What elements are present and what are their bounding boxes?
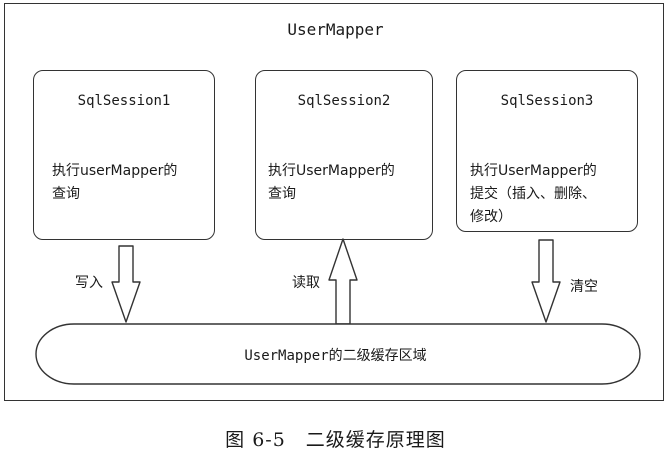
arrows-and-cache xyxy=(35,238,641,385)
write-label: 写入 xyxy=(75,275,103,291)
cache-label: UserMapper的二级缓存区域 xyxy=(244,348,427,364)
clear-label: 清空 xyxy=(570,279,598,295)
figure-caption: 图 6-5 二级缓存原理图 xyxy=(225,429,446,451)
write-arrow xyxy=(111,245,141,323)
read-arrow xyxy=(328,238,358,325)
clear-arrow xyxy=(531,239,561,323)
read-label: 读取 xyxy=(292,275,320,291)
